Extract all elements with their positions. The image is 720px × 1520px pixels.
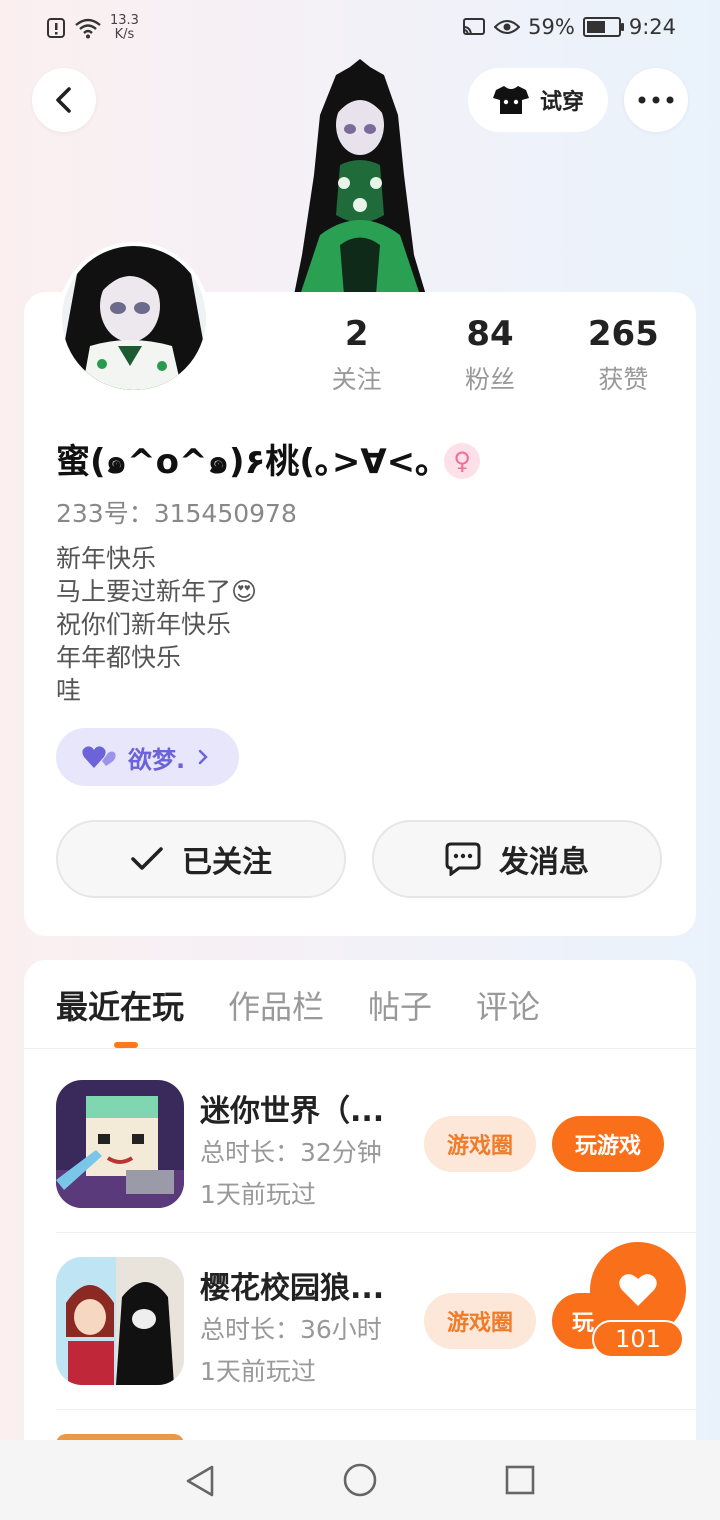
game-title: 樱花校园狼... — [200, 1271, 385, 1306]
user-id-value: 315450978 — [153, 499, 297, 528]
stat-likes-label: 获赞 — [598, 365, 649, 394]
tab-posts[interactable]: 帖子 — [368, 982, 432, 1028]
bio-line: 祝你们新年快乐 — [56, 610, 232, 639]
nav-back-icon[interactable] — [184, 1464, 216, 1498]
chevron-right-icon — [198, 749, 208, 765]
status-left: 13.3 K/s — [46, 14, 139, 42]
relationship-tag[interactable]: 欲梦. — [56, 728, 240, 786]
nav-home-icon[interactable] — [342, 1462, 378, 1498]
wifi-icon — [75, 18, 101, 39]
battery-fill — [586, 21, 605, 33]
heart-pair-icon — [82, 746, 116, 768]
like-count: 101 — [592, 1320, 684, 1358]
more-dots-icon — [638, 96, 674, 104]
user-id: 233号：315450978 — [56, 494, 297, 530]
female-icon: ♀ — [444, 443, 481, 479]
cast-icon — [463, 18, 486, 35]
stat-followers-count: 84 — [466, 314, 514, 354]
user-avatar[interactable] — [58, 242, 210, 394]
tab-works[interactable]: 作品栏 — [228, 982, 324, 1028]
eye-icon — [494, 20, 521, 34]
game-row[interactable]: 迷你世界（... 总时长：32分钟 1天前玩过 游戏圈 玩游戏 — [24, 1080, 696, 1256]
stat-following-count: 2 — [344, 314, 369, 354]
system-nav-bar — [0, 1440, 720, 1520]
game-meta: 总时长：36小时 1天前玩过 — [200, 1309, 382, 1393]
tshirt-icon — [492, 86, 529, 114]
tab-recent-play[interactable]: 最近在玩 — [56, 982, 184, 1028]
followed-label: 已关注 — [182, 845, 272, 880]
bio-line: 马上要过新年了😍 — [56, 577, 258, 606]
relationship-tag-label: 欲梦. — [128, 745, 186, 774]
stat-following-label: 关注 — [331, 365, 382, 394]
game-last-played: 1天前玩过 — [200, 1180, 316, 1209]
battery-percent: 59% — [528, 15, 575, 39]
tab-divider — [24, 1048, 696, 1049]
stat-followers-label: 粉丝 — [464, 365, 515, 394]
alert-icon — [47, 18, 65, 38]
followed-button[interactable]: 已关注 — [56, 820, 346, 898]
more-button[interactable] — [624, 68, 688, 132]
game-last-played: 1天前玩过 — [200, 1357, 316, 1386]
try-on-button[interactable]: 试穿 — [468, 68, 608, 132]
row-divider — [56, 1409, 696, 1410]
chat-bubble-icon — [445, 842, 481, 876]
stat-likes[interactable]: 265 获赞 — [557, 312, 690, 396]
game-meta: 总时长：32分钟 1天前玩过 — [200, 1132, 382, 1216]
game-circle-button[interactable]: 游戏圈 — [424, 1293, 536, 1349]
status-right: 59% 9:24 — [462, 15, 676, 39]
character-avatar-art — [294, 59, 426, 295]
user-id-label: 233号： — [56, 499, 154, 528]
play-game-button[interactable]: 玩游戏 — [552, 1116, 664, 1172]
bio-line: 哇 — [56, 676, 82, 705]
stats-row: 2 关注 84 粉丝 265 获赞 — [290, 312, 690, 396]
battery-icon — [582, 17, 624, 37]
game-icon-sakura-school — [56, 1257, 184, 1385]
avatar-image — [62, 246, 206, 390]
status-bar: 13.3 K/s 59% 9:24 — [0, 0, 720, 56]
stat-likes-count: 265 — [587, 314, 659, 354]
clock: 9:24 — [628, 15, 676, 39]
profile-tabs: 最近在玩 作品栏 帖子 评论 — [56, 982, 540, 1028]
row-divider — [56, 1232, 696, 1233]
game-duration: 总时长：32分钟 — [200, 1138, 382, 1167]
game-duration: 总时长：36小时 — [200, 1315, 382, 1344]
stat-followers[interactable]: 84 粉丝 — [423, 312, 556, 396]
try-on-label: 试穿 — [539, 90, 584, 115]
network-speed: 13.3 K/s — [110, 14, 139, 42]
speed-unit: K/s — [114, 27, 135, 42]
speed-value: 13.3 — [110, 13, 139, 28]
stat-following[interactable]: 2 关注 — [290, 312, 423, 396]
game-circle-button[interactable]: 游戏圈 — [424, 1116, 536, 1172]
checkmark-icon — [131, 847, 163, 870]
message-button[interactable]: 发消息 — [372, 820, 662, 898]
bio: 新年快乐 马上要过新年了😍 祝你们新年快乐 年年都快乐 哇 — [56, 542, 257, 707]
chevron-left-icon — [56, 87, 71, 113]
nav-recents-icon[interactable] — [504, 1464, 536, 1496]
game-title: 迷你世界（... — [200, 1094, 385, 1129]
game-icon-mini-world — [56, 1080, 184, 1208]
profile-name-row: 蜜(๑^o^๑)۶桃(｡>∀<｡ ♀ — [56, 434, 481, 488]
bio-line: 年年都快乐 — [56, 643, 182, 672]
back-button[interactable] — [32, 68, 96, 132]
bio-line: 新年快乐 — [56, 544, 157, 573]
nickname: 蜜(๑^o^๑)۶桃(｡>∀<｡ — [56, 442, 433, 482]
tab-comments[interactable]: 评论 — [476, 982, 540, 1028]
heart-icon — [619, 1274, 657, 1306]
message-label: 发消息 — [499, 845, 589, 880]
